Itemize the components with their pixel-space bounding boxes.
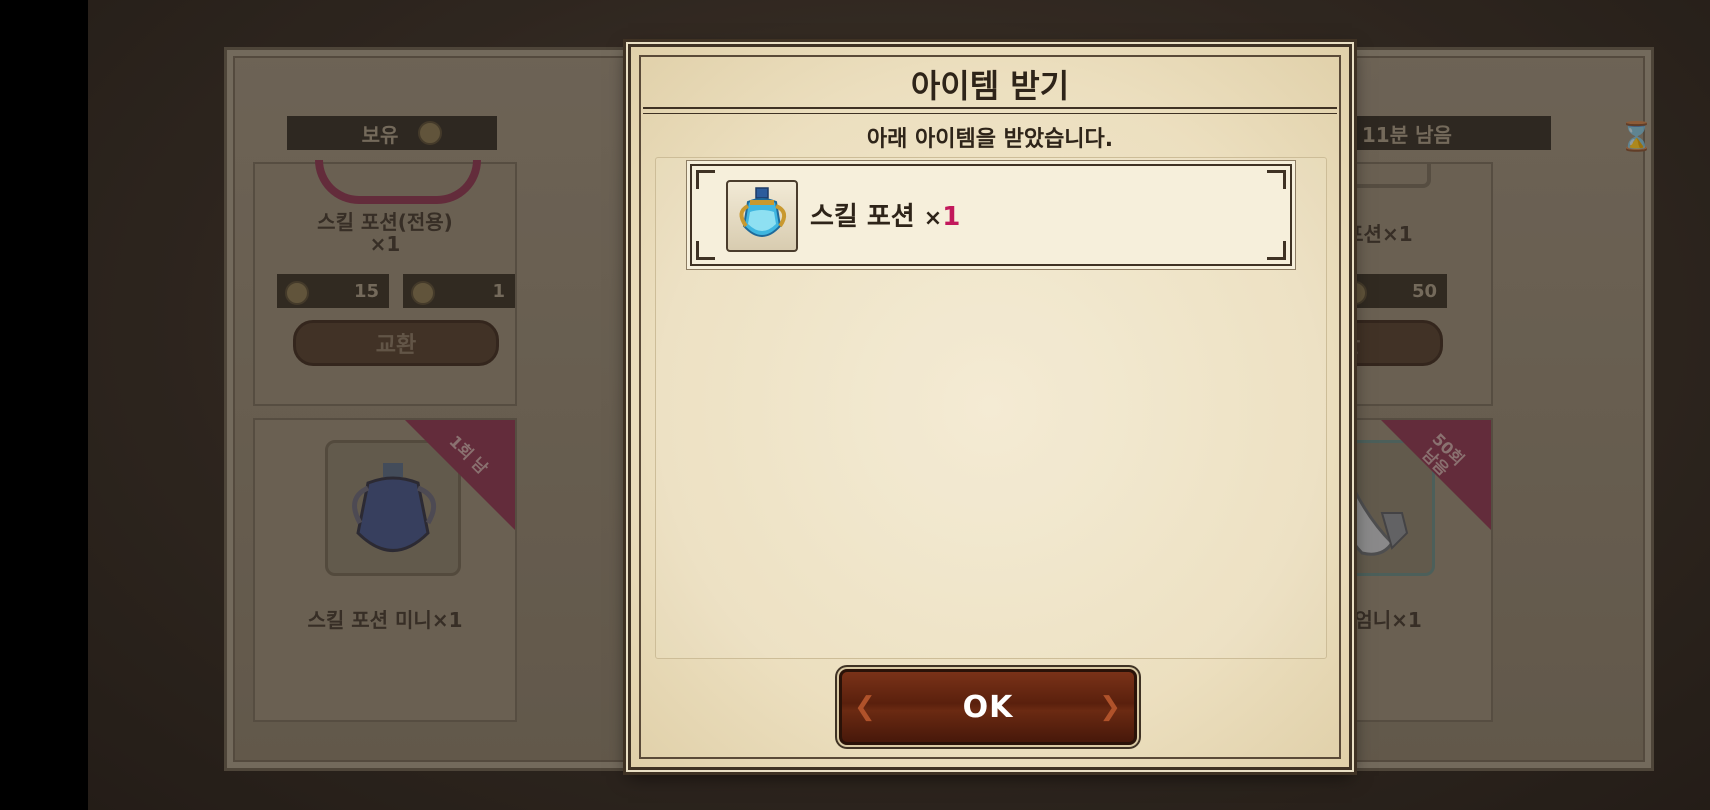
ok-button[interactable]: ❮ OK ❯ xyxy=(839,669,1137,745)
reward-item-label: 스킬 포션 ×1 xyxy=(810,196,960,233)
title-divider xyxy=(643,107,1337,114)
corner-ornament xyxy=(696,241,715,260)
reward-item-name: 스킬 포션 xyxy=(810,202,915,232)
reward-item: 스킬 포션 ×1 xyxy=(690,164,1292,266)
dialog-title: 아이템 받기 xyxy=(910,67,1070,105)
reward-list: 스킬 포션 ×1 xyxy=(655,157,1327,659)
ok-label: OK xyxy=(962,689,1014,725)
reward-qty: 1 xyxy=(942,202,961,232)
corner-ornament xyxy=(696,170,715,189)
dialog-subtitle: 아래 아이템을 받았습니다. xyxy=(866,127,1114,152)
bracket-left-icon: ❮ xyxy=(854,692,877,722)
item-received-dialog: 아이템 받기 아래 아이템을 받았습니다. 스킬 포션 ×1 ❮ OK ❯ xyxy=(628,44,1352,770)
corner-ornament xyxy=(1267,241,1286,260)
potion-icon xyxy=(726,180,798,252)
corner-ornament xyxy=(1267,170,1286,189)
game-scene: 보유 스킬 포션(전용) ×1 15 1 교환 스킬 포션 미니×1 1회 남 … xyxy=(88,0,1710,810)
reward-qty-prefix: × xyxy=(923,206,943,231)
bracket-right-icon: ❯ xyxy=(1099,692,1122,722)
